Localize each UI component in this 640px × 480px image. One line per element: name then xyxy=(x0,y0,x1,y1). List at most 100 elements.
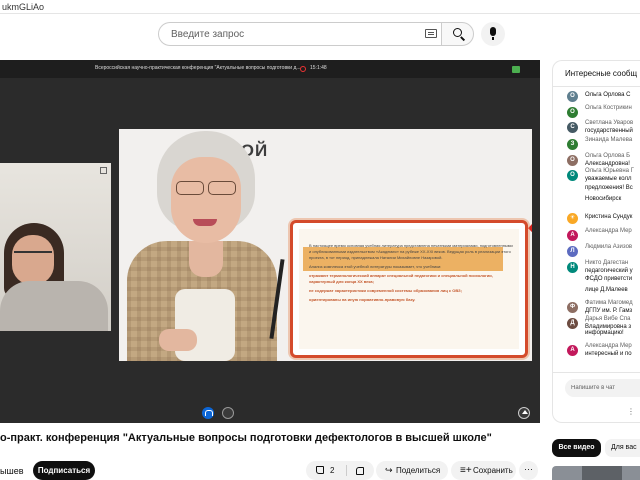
chat-message-list[interactable]: О Ольга Орлова С О Ольга Кострикин С Светлана… xyxy=(553,87,640,372)
chat-message[interactable]: информацию! xyxy=(553,327,640,341)
chat-message[interactable]: Ф Фатима Магомед ДГПУ им. Р. Гамз xyxy=(553,300,640,314)
chat-author: Светлана Уваров xyxy=(585,120,634,126)
participant-body xyxy=(0,281,108,331)
settings-icon[interactable] xyxy=(222,407,234,419)
share-icon: ↪ xyxy=(385,465,393,475)
microphone-icon xyxy=(490,27,496,40)
chip-for-you[interactable]: Для вас xyxy=(605,439,640,457)
chat-author: Александра Мер xyxy=(585,343,632,349)
chat-text: ФСДО приветсти xyxy=(585,276,633,282)
chat-author: Дарья Вибе Спа xyxy=(585,316,631,322)
raise-hand-icon[interactable] xyxy=(518,407,530,419)
chat-author: Александра Мер xyxy=(585,228,632,234)
expand-icon[interactable] xyxy=(100,167,107,174)
chat-input[interactable] xyxy=(565,379,640,397)
chat-author: Ольга Орлова Б xyxy=(585,153,631,159)
slide-paragraph: В настоящее время основная учебная литер… xyxy=(309,243,513,260)
chat-author: Никто Дагестан xyxy=(585,260,629,266)
share-button[interactable]: ↪ Поделиться xyxy=(376,461,448,480)
youtube-watch-page: ukmGLiAo Всероссийская научно-практическ… xyxy=(0,0,640,480)
search-button[interactable] xyxy=(441,22,474,46)
chat-message[interactable]: О Ольга Кострикин xyxy=(553,105,640,119)
avatar[interactable]: ☀ xyxy=(567,213,578,224)
like-dislike-group: 2 xyxy=(306,461,374,480)
keyboard-icon[interactable] xyxy=(425,29,437,38)
chat-author: Ольга Кострикин xyxy=(585,105,632,111)
chip-all-videos[interactable]: Все видео xyxy=(552,439,601,457)
search-icon xyxy=(453,28,462,37)
chat-message[interactable]: Л Людмила Азизов xyxy=(553,244,640,258)
record-icon xyxy=(300,66,306,72)
chat-message[interactable]: лице Д.Малеев xyxy=(553,284,640,298)
chat-message[interactable]: З Зинаида Малева xyxy=(553,137,640,151)
chat-message[interactable]: С Светлана Уваров государственный xyxy=(553,120,640,134)
browser-url-bar[interactable]: ukmGLiAo xyxy=(0,0,640,14)
live-chat-panel: Интересные сообщ О Ольга Орлова С О Ольга К… xyxy=(552,60,640,423)
participant-glasses xyxy=(14,251,52,260)
chat-title: Интересные сообщ xyxy=(565,69,638,78)
chat-footer: ⋮ xyxy=(553,372,640,422)
chat-message[interactable]: О Ольга Орлова Б Александровна! xyxy=(553,153,640,167)
chat-message[interactable]: О Ольга Орлова С xyxy=(553,89,640,103)
like-count: 2 xyxy=(330,466,335,475)
avatar[interactable]: О xyxy=(567,155,578,166)
slide-bullet: ориентированы на иную нормативно-правову… xyxy=(309,297,416,302)
slide-content: В настоящее время основная учебная литер… xyxy=(299,229,519,349)
chat-message[interactable]: Новосибирск xyxy=(553,193,640,207)
speaker-glasses xyxy=(174,181,238,195)
thumbs-down-icon xyxy=(356,467,364,475)
chat-text: Кристина Сундук xyxy=(585,214,633,220)
avatar[interactable]: О xyxy=(567,107,578,118)
avatar[interactable]: О xyxy=(567,91,578,102)
avatar[interactable]: А xyxy=(567,345,578,356)
speaker-face xyxy=(171,157,241,243)
chat-text: интересный и по xyxy=(585,351,632,357)
speaker-neck xyxy=(189,241,223,277)
slide-bullet: отражают терминологический аппарат специ… xyxy=(309,273,493,284)
speaker-hand xyxy=(159,329,197,351)
thumbs-up-icon xyxy=(316,466,324,474)
chat-author: Ольга Юрьевна Г xyxy=(585,168,634,174)
slide-text: В настоящее время основная учебная литер… xyxy=(309,243,514,306)
chat-message[interactable]: А Александра Мер интересный и по xyxy=(553,343,640,357)
voice-search-button[interactable] xyxy=(481,22,505,46)
video-player[interactable]: Всероссийская научно-практическая конфер… xyxy=(0,60,540,423)
chat-message[interactable]: А Александра Мер xyxy=(553,228,640,242)
more-actions-button[interactable]: ··· xyxy=(519,461,538,480)
chat-text: информацию! xyxy=(585,330,624,336)
dislike-button[interactable] xyxy=(348,461,374,480)
chat-message[interactable]: О Ольга Юрьевна Гуважаемые колл xyxy=(553,168,640,182)
search-input[interactable] xyxy=(171,23,411,45)
chat-author: Фатима Магомед xyxy=(585,300,633,306)
channel-name[interactable]: ышев xyxy=(0,466,23,476)
like-button[interactable]: 2 xyxy=(306,461,344,480)
search-box[interactable] xyxy=(158,22,441,46)
stream-conference-title: Всероссийская научно-практическая конфер… xyxy=(95,65,301,71)
avatar[interactable]: А xyxy=(567,230,578,241)
chat-text: Новосибирск xyxy=(585,196,622,202)
chat-message[interactable]: ☀ Кристина Сундук xyxy=(553,211,640,225)
chat-header[interactable]: Интересные сообщ xyxy=(553,61,640,87)
avatar[interactable]: О xyxy=(567,170,578,181)
more-options-icon[interactable]: ⋮ xyxy=(627,407,635,416)
presentation-slide: В настоящее время основная учебная литер… xyxy=(290,220,528,358)
url-text: ukmGLiAo xyxy=(2,2,45,12)
chat-text: государственный xyxy=(585,128,633,134)
chat-author: Людмила Азизов xyxy=(585,244,633,250)
headphones-icon[interactable] xyxy=(202,407,214,419)
recommended-video-thumbnail[interactable] xyxy=(552,466,640,480)
chat-text: лице Д.Малеев xyxy=(585,287,628,293)
avatar[interactable]: З xyxy=(567,139,578,150)
save-label: Сохранить xyxy=(473,466,513,475)
avatar[interactable]: Ф xyxy=(567,302,578,313)
like-divider xyxy=(346,465,347,476)
chat-message[interactable]: Н Никто Дагестан педагогический у xyxy=(553,260,640,274)
subscribe-button[interactable]: Подписаться xyxy=(33,461,95,480)
avatar[interactable]: Н xyxy=(567,262,578,273)
avatar[interactable]: Л xyxy=(567,246,578,257)
chat-author: Зинаида Малева xyxy=(585,137,633,143)
chat-text: Александровна! xyxy=(585,161,630,167)
stream-time: 15:1:48 xyxy=(310,65,327,71)
avatar[interactable]: С xyxy=(567,122,578,133)
save-button[interactable]: ≡+ Сохранить xyxy=(451,461,516,480)
